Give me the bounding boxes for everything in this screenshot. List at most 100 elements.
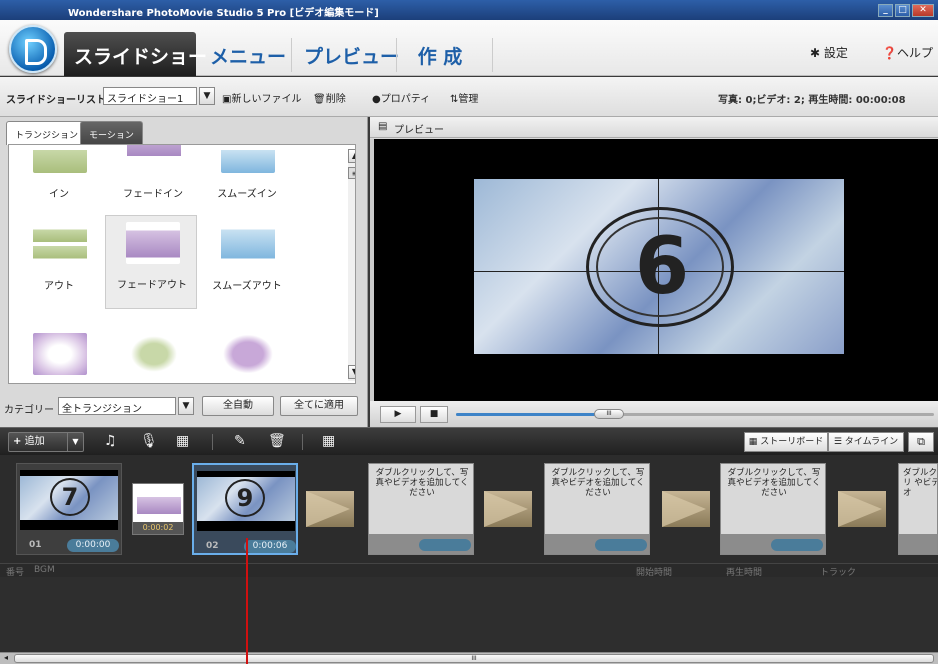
- storyboard-clip-selected[interactable]: 9 02 0:00:06: [192, 463, 298, 555]
- empty-slot-text: ダブルクリックして、写真やビデオを追加してください: [551, 468, 645, 498]
- scroll-up-icon[interactable]: ▲: [348, 149, 355, 163]
- app-logo-icon[interactable]: [9, 25, 57, 73]
- storyboard-clip[interactable]: 7 01 0:00:00: [16, 463, 122, 555]
- trash-icon: 🗑: [313, 94, 326, 105]
- manage-label: 管理: [458, 94, 479, 105]
- delete-button[interactable]: 🗑削除: [313, 90, 346, 105]
- transition-scrollbar[interactable]: ▲ ≡ ▼: [348, 149, 355, 381]
- minimize-button[interactable]: _: [878, 4, 893, 17]
- transition-item-expand[interactable]: [201, 313, 293, 383]
- bgm-header: 番号 BGM 開始時間 再生時間 トラック: [0, 563, 938, 578]
- settings-link[interactable]: ✱ 設定: [810, 44, 848, 61]
- category-select[interactable]: 全トランジション: [58, 397, 176, 415]
- storyboard-toggle[interactable]: ▦ ストーリボード: [744, 432, 828, 452]
- plus-icon: +: [13, 436, 22, 447]
- grid-icon[interactable]: ▦: [322, 434, 335, 448]
- scroll-thumb[interactable]: III: [14, 654, 934, 663]
- clip-digit: 7: [50, 478, 90, 516]
- transition-item-fade-in[interactable]: フェードイン: [107, 145, 199, 219]
- film-icon[interactable]: ▦: [176, 434, 189, 448]
- tab-slideshow[interactable]: スライドショー: [64, 32, 207, 76]
- tab-create[interactable]: 作 成: [400, 32, 480, 76]
- empty-slot-partial[interactable]: ダブルクリ やビデオ: [898, 463, 938, 555]
- storyboard: 7 01 0:00:00 0:00:02 9 02 0:00:06 ダブルクリッ…: [0, 455, 938, 563]
- help-link[interactable]: ❓ヘルプ: [882, 44, 933, 61]
- transition-thumb: [127, 145, 181, 173]
- transition-duration: 0:00:02: [133, 522, 183, 534]
- slot-pill: [595, 539, 647, 551]
- transition-item-in[interactable]: イン: [13, 145, 105, 219]
- play-button[interactable]: ▶: [380, 406, 416, 423]
- col-bgm: BGM: [34, 565, 55, 575]
- properties-icon: ●: [372, 94, 381, 105]
- manage-button[interactable]: ⇅管理: [450, 90, 478, 105]
- empty-slot[interactable]: ダブルクリックして、写真やビデオを追加してください: [368, 463, 474, 555]
- transition-label: フェードアウト: [117, 280, 187, 291]
- settings-label: 設定: [823, 46, 848, 60]
- transition-thumb: [33, 145, 87, 173]
- timeline-toggle[interactable]: ☰ タイムライン: [828, 432, 904, 452]
- seek-fill: [456, 413, 609, 416]
- clip-image: 7: [20, 476, 118, 520]
- empty-slot[interactable]: ダブルクリックして、写真やビデオを追加してください: [544, 463, 650, 555]
- transition-placeholder[interactable]: [662, 491, 710, 527]
- music-icon[interactable]: ♫: [104, 434, 117, 448]
- tab-motion[interactable]: モーション: [80, 121, 143, 145]
- storyboard-transition[interactable]: 0:00:02: [132, 483, 184, 535]
- clip-number: 02: [206, 541, 219, 551]
- add-button[interactable]: + 追加 ▼: [8, 432, 84, 452]
- window-title: Wondershare PhotoMovie Studio 5 Pro [ビデオ…: [68, 8, 379, 19]
- tab-transitions[interactable]: トランジション: [6, 121, 88, 145]
- transition-item-smooth-in[interactable]: スムーズイン: [201, 145, 293, 219]
- tab-menu[interactable]: メニュー: [200, 32, 288, 76]
- add-label: 追加: [24, 436, 45, 447]
- transition-thumb: [221, 223, 275, 265]
- maximize-button[interactable]: □: [895, 4, 910, 17]
- auto-button[interactable]: 全自動: [202, 396, 274, 416]
- preview-panel: ▤ プレビュー 6 ▶ ■ III: [370, 117, 938, 427]
- empty-slot[interactable]: ダブルクリックして、写真やビデオを追加してください: [720, 463, 826, 555]
- transition-item-fade-out[interactable]: フェードアウト: [105, 215, 197, 309]
- clip-duration[interactable]: 0:00:06: [244, 540, 296, 553]
- playback-bar: ▶ ■ III: [370, 401, 938, 427]
- transition-grid: イン フェードイン スムーズイン アウト フェードアウト スムーズアウト: [8, 144, 356, 384]
- transition-thumb: [221, 333, 275, 375]
- apply-all-button[interactable]: 全てに適用: [280, 396, 358, 416]
- new-file-button[interactable]: ▣新しいファイル: [222, 90, 301, 105]
- close-button[interactable]: ✕: [912, 4, 934, 17]
- tab-preview[interactable]: プレビュー: [294, 32, 399, 76]
- microphone-icon[interactable]: 🎙: [140, 434, 158, 448]
- clip-duration[interactable]: 0:00:00: [67, 539, 119, 552]
- seek-track[interactable]: III: [456, 409, 934, 419]
- scroll-thumb[interactable]: ≡: [348, 167, 355, 179]
- transition-placeholder[interactable]: [484, 491, 532, 527]
- chevron-down-icon[interactable]: ▼: [178, 397, 194, 415]
- scroll-down-icon[interactable]: ▼: [348, 365, 355, 379]
- chevron-down-icon[interactable]: ▼: [199, 87, 215, 105]
- transition-label: フェードイン: [123, 189, 183, 200]
- transition-placeholder[interactable]: [838, 491, 886, 527]
- chevron-down-icon[interactable]: ▼: [67, 433, 83, 451]
- slideshow-select[interactable]: スライドショー1: [103, 87, 197, 105]
- storyboard-icon: ▦: [748, 437, 758, 447]
- trash-icon[interactable]: 🗑: [268, 434, 286, 448]
- transition-placeholder[interactable]: [306, 491, 354, 527]
- horizontal-scrollbar[interactable]: ◂ III: [0, 652, 938, 664]
- gear-icon: ✱: [810, 46, 821, 60]
- video-preview[interactable]: 6: [374, 139, 938, 401]
- seek-thumb[interactable]: III: [594, 409, 624, 419]
- monitor-icon: ▤: [378, 121, 388, 132]
- properties-button[interactable]: ●プロパティ: [372, 90, 430, 105]
- storyboard-label: ストーリボード: [760, 437, 824, 447]
- transition-label: アウト: [44, 281, 74, 292]
- transition-item-smooth-out[interactable]: スムーズアウト: [201, 217, 293, 311]
- transition-item-zoom-in[interactable]: [13, 313, 105, 383]
- pencil-icon[interactable]: ✎: [234, 434, 246, 448]
- detach-icon[interactable]: ⧉: [908, 432, 934, 452]
- bgm-track-area[interactable]: [0, 577, 938, 652]
- transition-item-shrink[interactable]: [107, 313, 199, 383]
- category-label: カテゴリー: [4, 405, 54, 416]
- stop-button[interactable]: ■: [420, 406, 448, 423]
- transition-item-out[interactable]: アウト: [13, 217, 105, 311]
- scroll-left-icon[interactable]: ◂: [4, 653, 8, 662]
